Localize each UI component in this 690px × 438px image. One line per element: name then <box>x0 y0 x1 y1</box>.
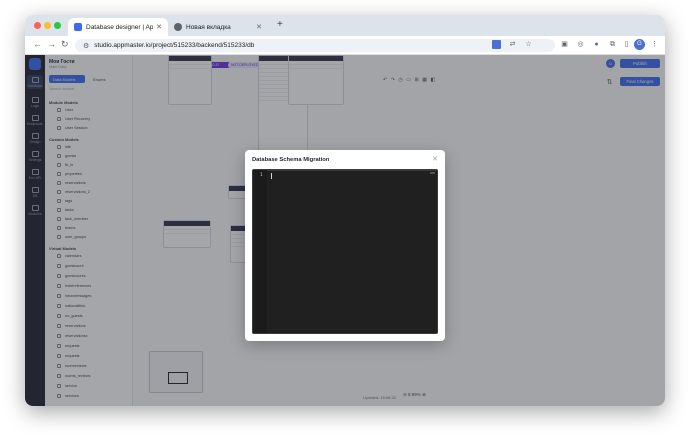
extension-icon[interactable] <box>492 40 501 49</box>
tab-database-designer[interactable]: Database designer | AppMaster ✕ <box>68 18 168 36</box>
extensions-puzzle-icon[interactable]: ⧉ <box>608 40 617 49</box>
tab-title: Database designer | AppMaster <box>86 23 154 31</box>
menu-icon[interactable]: ⋮ <box>650 40 659 49</box>
text-cursor <box>271 173 272 179</box>
minimize-window-button[interactable] <box>44 22 51 29</box>
line-number: 1 <box>260 173 263 178</box>
migration-code-editor[interactable]: 1 <box>252 169 438 334</box>
bookmark-star-icon[interactable]: ☆ <box>524 40 533 49</box>
extension-icon[interactable]: ● <box>592 40 601 49</box>
translate-icon[interactable]: ⇄ <box>508 40 517 49</box>
sidebar-icon[interactable]: ▯ <box>622 40 631 49</box>
profile-avatar[interactable]: G <box>634 39 645 50</box>
appmaster-favicon-icon <box>74 23 82 31</box>
tab-new[interactable]: Новая вкладка ✕ <box>168 18 268 36</box>
dialog-title: Database Schema Migration <box>252 157 330 163</box>
tab-title: Новая вкладка <box>186 23 231 31</box>
new-tab-button[interactable]: + <box>277 19 283 30</box>
reload-icon[interactable]: ↻ <box>61 39 69 50</box>
chrome-favicon-icon <box>174 23 182 31</box>
forward-icon[interactable]: → <box>47 39 56 49</box>
maximize-window-button[interactable] <box>54 22 61 29</box>
editor-gutter <box>253 170 267 333</box>
tab-search-icon[interactable]: ▣ <box>560 40 569 49</box>
browser-window: Database designer | AppMaster ✕ Новая вк… <box>25 15 665 406</box>
close-tab-icon[interactable]: ✕ <box>156 23 162 31</box>
url-text: studio.appmaster.io/project/515233/backe… <box>94 42 255 49</box>
app-content: Database Logic Endpoints Design Settings… <box>25 55 665 406</box>
close-window-button[interactable] <box>34 22 41 29</box>
close-tab-icon[interactable]: ✕ <box>256 23 262 31</box>
editor-minimap <box>430 172 435 174</box>
address-bar[interactable]: ⚙ studio.appmaster.io/project/515233/bac… <box>75 39 555 52</box>
browser-toolbar: ← → ↻ ⚙ studio.appmaster.io/project/5152… <box>25 36 665 55</box>
close-icon[interactable]: ✕ <box>432 155 438 163</box>
extension-icon[interactable]: ◎ <box>576 40 585 49</box>
back-icon[interactable]: ← <box>33 39 42 49</box>
schema-migration-dialog: Database Schema Migration ✕ 1 <box>245 150 445 341</box>
tab-strip: Database designer | AppMaster ✕ Новая вк… <box>25 15 665 36</box>
site-info-icon[interactable]: ⚙ <box>83 42 89 50</box>
